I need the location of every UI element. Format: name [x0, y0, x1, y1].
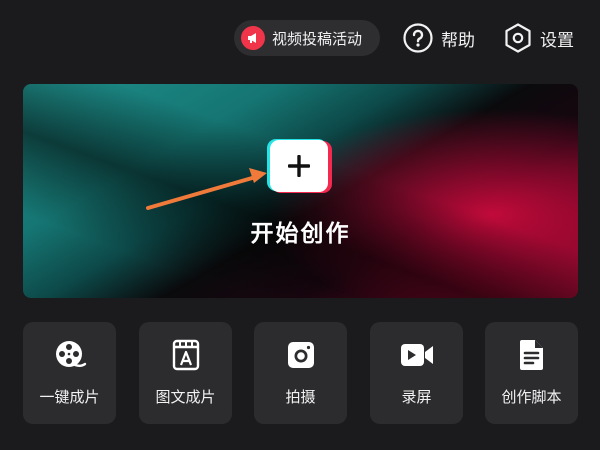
- settings-button[interactable]: 设置: [503, 18, 574, 58]
- top-bar: 视频投稿活动 帮助 设置: [0, 18, 600, 58]
- video-camera-icon: [370, 338, 463, 372]
- text-document-icon: [139, 338, 232, 372]
- camera-icon: [254, 338, 347, 372]
- tool-one-click-video[interactable]: 一键成片: [23, 322, 116, 424]
- tool-label: 一键成片: [39, 388, 100, 406]
- start-creating-banner[interactable]: 开始创作: [23, 84, 578, 298]
- tool-label: 拍摄: [285, 388, 316, 406]
- tool-label: 录屏: [401, 388, 432, 406]
- start-creating-label: 开始创作: [250, 221, 351, 247]
- tool-label: 图文成片: [155, 388, 216, 406]
- promo-activity-button[interactable]: 视频投稿活动: [234, 20, 380, 56]
- tool-creation-script[interactable]: 创作脚本: [485, 322, 578, 424]
- help-icon: [403, 23, 433, 53]
- film-reel-icon: [23, 338, 116, 372]
- start-creating-plus-button[interactable]: [267, 139, 332, 195]
- promo-activity-label: 视频投稿活动: [272, 29, 363, 48]
- plus-icon: [270, 140, 328, 192]
- settings-label: 设置: [540, 30, 574, 51]
- script-document-icon: [485, 338, 578, 372]
- tool-row: 一键成片 图文成片 拍摄 录屏 创作脚本: [0, 322, 600, 424]
- help-button[interactable]: 帮助: [402, 18, 475, 58]
- gear-icon: [505, 23, 531, 53]
- tool-shoot[interactable]: 拍摄: [254, 322, 347, 424]
- megaphone-icon: [241, 26, 265, 50]
- tool-screen-record[interactable]: 录屏: [370, 322, 463, 424]
- tool-label: 创作脚本: [501, 388, 562, 406]
- help-label: 帮助: [441, 30, 475, 51]
- tool-text-to-video[interactable]: 图文成片: [139, 322, 232, 424]
